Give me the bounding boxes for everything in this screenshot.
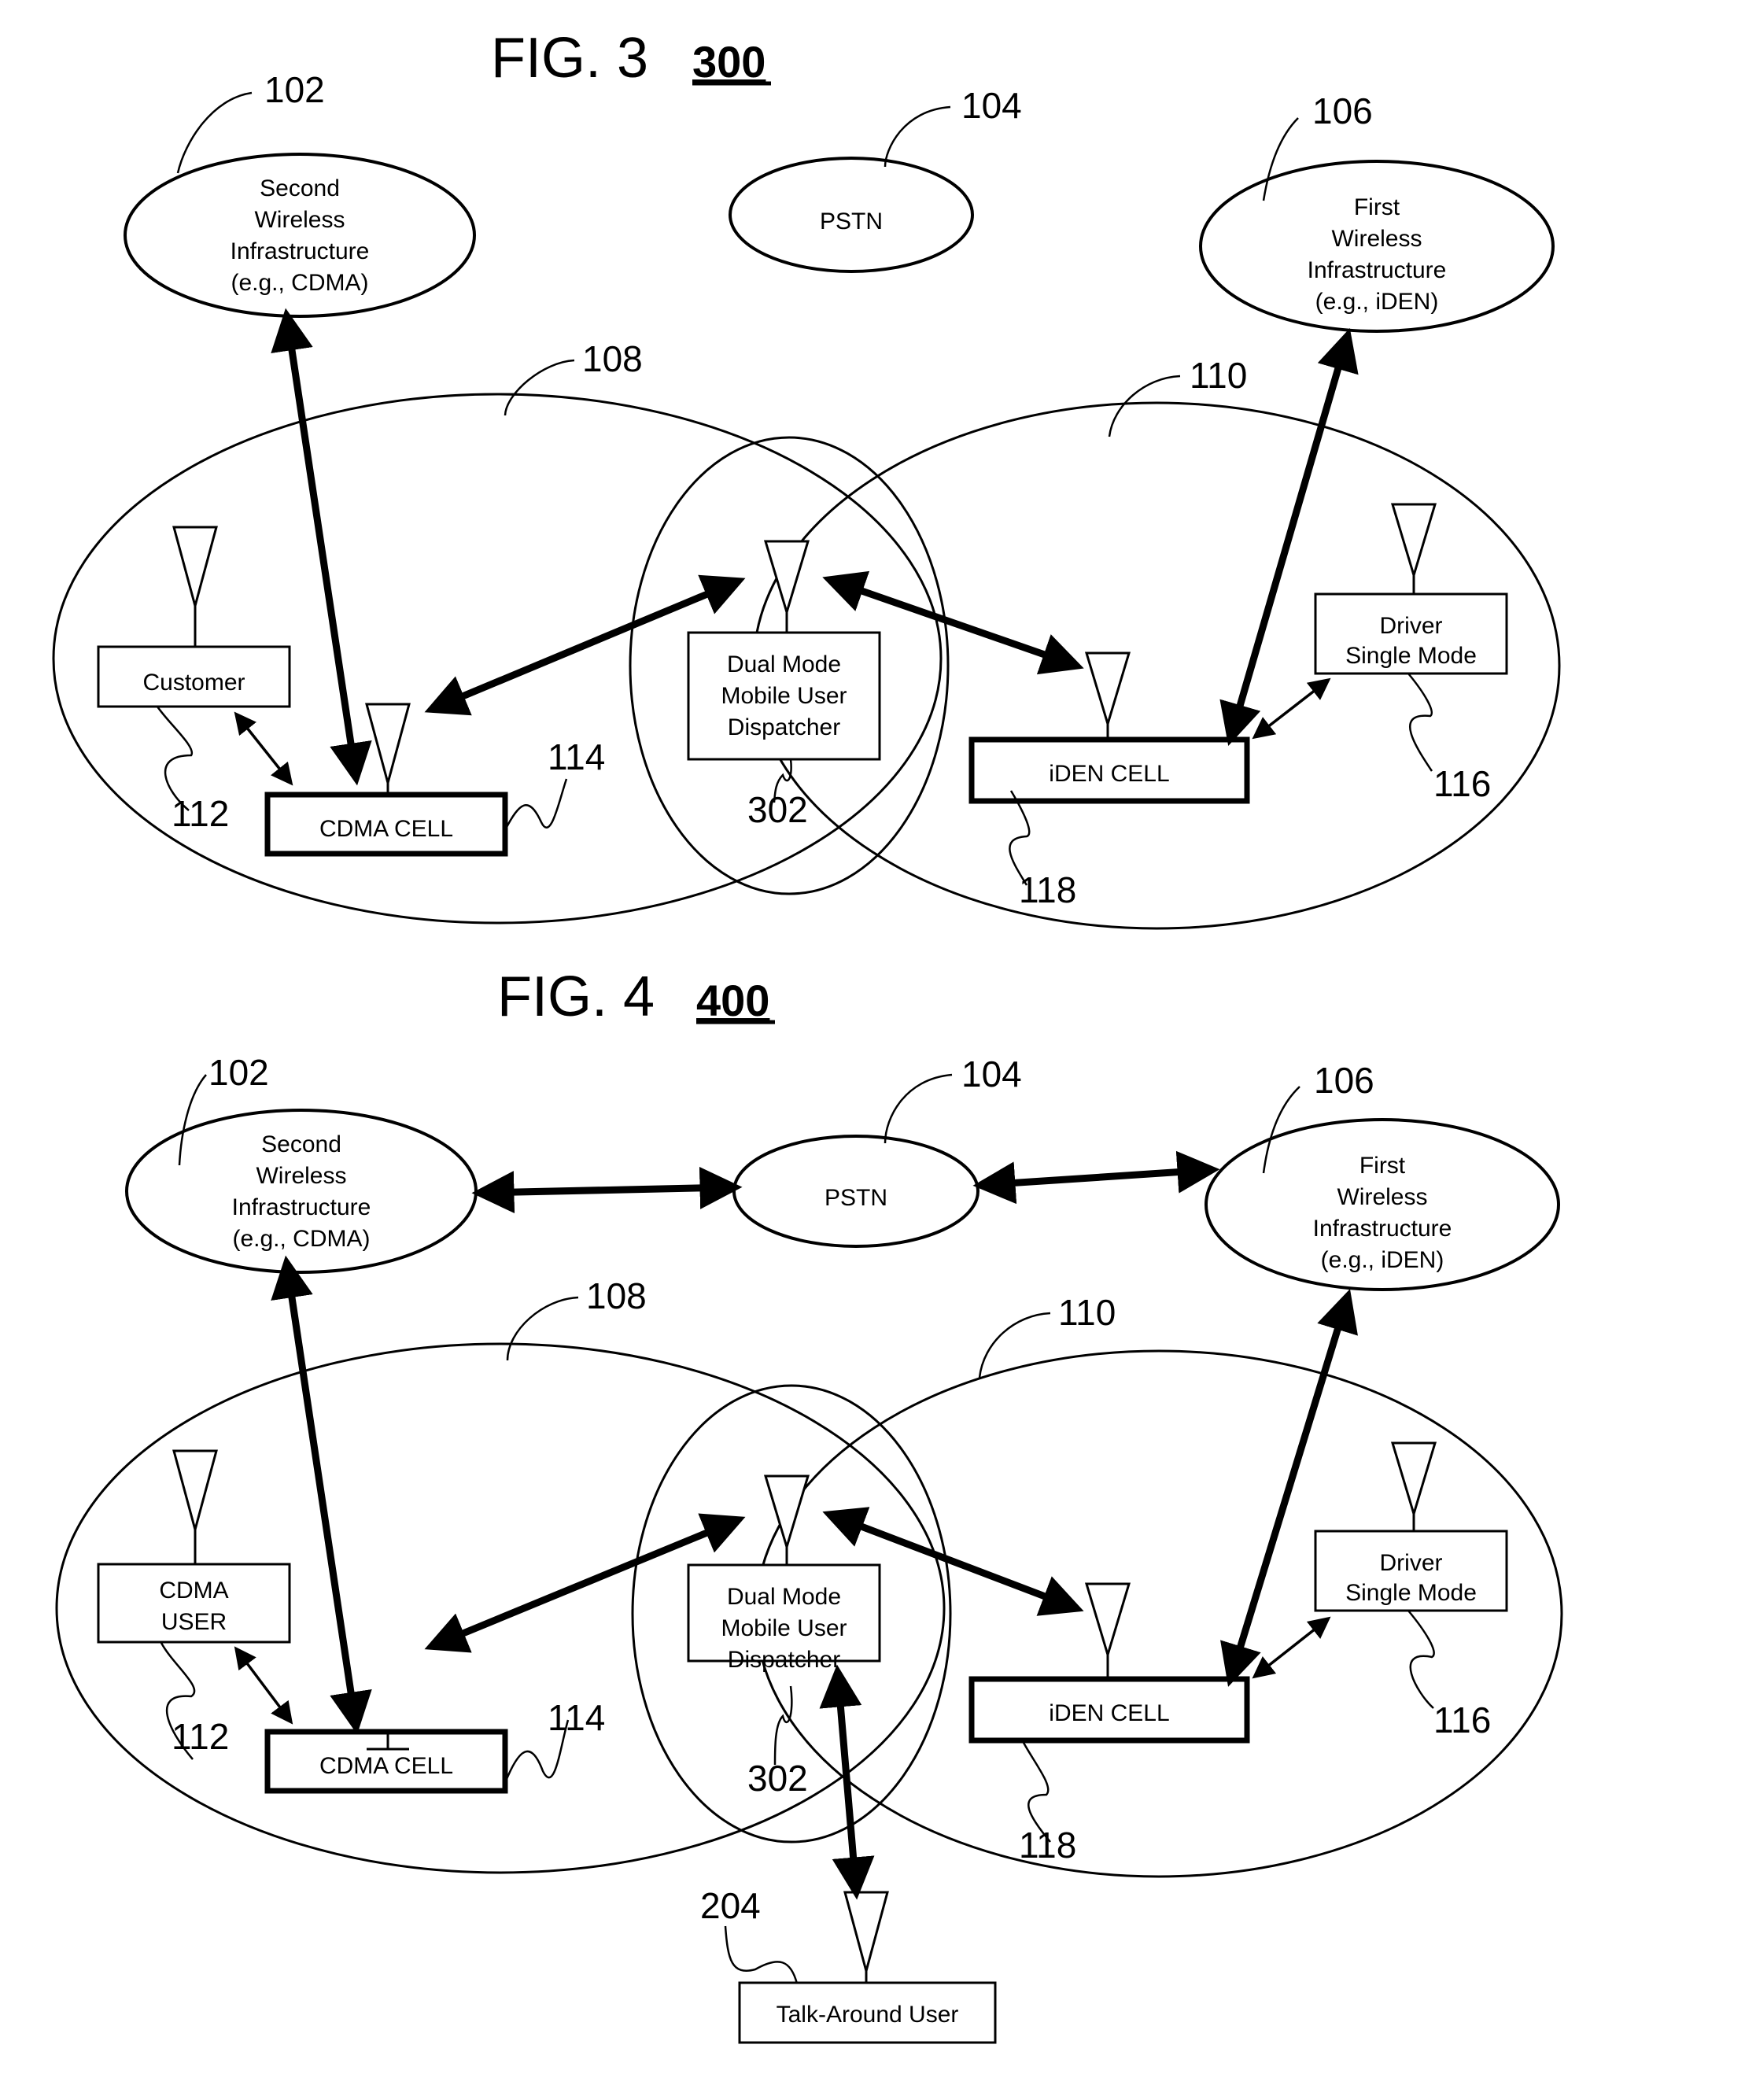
first-infra-label-line: (e.g., iDEN) [1321,1247,1444,1273]
figure-number: 400 [696,976,769,1025]
first-infra-label-line: Infrastructure [1313,1216,1452,1242]
dispatcher-label-line: Dispatcher [728,1647,840,1673]
dispatcher-label-line: Dual Mode [727,651,841,677]
link-driver-to-iden-cell [1252,1616,1331,1679]
dispatcher-antenna-icon [763,1474,810,1552]
iden-cell-antenna-icon [1084,651,1131,729]
ref-114: 114 [548,1697,605,1738]
ref-302: 302 [747,1758,808,1799]
ref-108: 108 [582,338,643,379]
ref-114: 114 [548,736,605,777]
dispatcher-label-line: Mobile User [721,1615,847,1641]
link-first-infra-to-iden-cell [1219,328,1359,746]
talk-around-user-label: Talk-Around User [777,2002,959,2028]
leader-102 [176,91,253,174]
figure-number: 300 [692,37,766,87]
driver-antenna-icon [1390,1441,1437,1519]
talk-around-antenna-icon [843,1891,889,1976]
ref-104: 104 [961,85,1022,126]
leader-108 [504,359,575,416]
dispatcher-label-line: Dual Mode [727,1584,841,1610]
leader-108 [506,1296,579,1361]
second-infra-label-line: (e.g., CDMA) [232,1226,370,1252]
link-second-infra-to-cdma-cell [271,1255,372,1735]
figure-4: FIG. 4 400 Second Wireless Infrastructure (e.… [55,965,1563,2044]
second-infra-label-line: (e.g., CDMA) [231,270,368,296]
driver-label-line: Driver [1380,1550,1443,1576]
user-antenna-icon [172,526,218,611]
link-dispatcher-to-talk-around [819,1664,875,1900]
ref-112: 112 [172,793,229,834]
second-infra-label-line: Infrastructure [231,238,370,264]
ref-104: 104 [961,1054,1022,1094]
driver-label-line: Single Mode [1345,1580,1477,1606]
user-box-label: Customer [142,670,245,696]
figure-3: FIG. 3 300 Second Wireless Infrastructure (e.… [52,27,1561,930]
leader-110 [1108,375,1181,437]
second-infra-label-line: Infrastructure [232,1194,371,1220]
dispatcher-label-line: Mobile User [721,683,847,709]
iden-cell-label: iDEN CELL [1049,761,1169,787]
driver-antenna-icon [1390,503,1437,580]
figure-title: FIG. 3 [491,27,648,90]
leader-104 [884,1073,953,1144]
leader-116 [1407,673,1433,772]
dispatcher-antenna-icon [763,540,810,617]
ref-204: 204 [700,1885,761,1926]
second-infra-label-line: Wireless [254,207,345,233]
ref-102: 102 [264,69,325,110]
ref-116: 116 [1433,763,1491,804]
first-infra-label-line: (e.g., iDEN) [1315,289,1439,315]
patent-drawing-sheet: FIG. 3 300 Second Wireless Infrastructure (e.… [52,27,1563,2044]
cdma-cell-antenna-icon [365,703,411,788]
ref-106: 106 [1314,1060,1374,1101]
ref-118: 118 [1019,869,1076,910]
leader-204 [724,1925,799,1984]
cdma-cell-label: CDMA CELL [319,816,453,842]
pstn-label-line: PSTN [825,1185,887,1211]
ref-110: 110 [1190,355,1247,396]
second-infra-label-line: Second [260,175,340,201]
link-first-infra-to-iden-cell [1220,1289,1358,1687]
link-user-to-cdma-cell [234,1646,293,1725]
leader-104 [884,105,951,168]
leader-102 [178,1074,207,1166]
first-infra-label-line: Wireless [1331,226,1422,252]
ref-116: 116 [1433,1700,1491,1740]
user-antenna-icon [172,1449,218,1534]
first-infra-label-line: First [1359,1153,1406,1179]
dispatcher-label-line: Dispatcher [728,714,840,740]
figure-title: FIG. 4 [497,965,655,1028]
second-infra-label-line: Second [261,1131,341,1157]
pstn-label-line: PSTN [820,209,883,234]
user-box-label-line: CDMA [159,1578,228,1604]
first-infra-label-line: First [1354,194,1400,220]
first-infra-label-line: Wireless [1337,1184,1427,1210]
first-infra-label-line: Infrastructure [1308,257,1447,283]
link-second-infra-to-cdma-cell [271,308,372,786]
leader-116 [1407,1610,1435,1709]
driver-label-line: Single Mode [1345,643,1477,669]
ref-302: 302 [747,789,808,830]
ref-110: 110 [1058,1292,1116,1333]
cdma-cell-label: CDMA CELL [319,1753,453,1779]
ref-106: 106 [1312,90,1373,131]
driver-label-line: Driver [1380,613,1443,639]
link-user-to-cdma-cell [234,711,293,786]
link-driver-to-iden-cell [1252,677,1331,740]
iden-cell-antenna-icon [1084,1582,1131,1659]
second-infra-label-line: Wireless [256,1163,346,1189]
leader-106 [1262,117,1299,201]
ref-112: 112 [172,1716,229,1757]
ref-102: 102 [208,1052,269,1093]
leader-114 [504,778,568,831]
link-second-infra-to-pstn [471,1166,743,1214]
ref-118: 118 [1019,1825,1076,1866]
link-pstn-to-first-infra [972,1150,1220,1205]
ref-108: 108 [586,1275,647,1316]
user-box-label-line: USER [161,1609,227,1635]
iden-cell-label: iDEN CELL [1049,1700,1169,1726]
